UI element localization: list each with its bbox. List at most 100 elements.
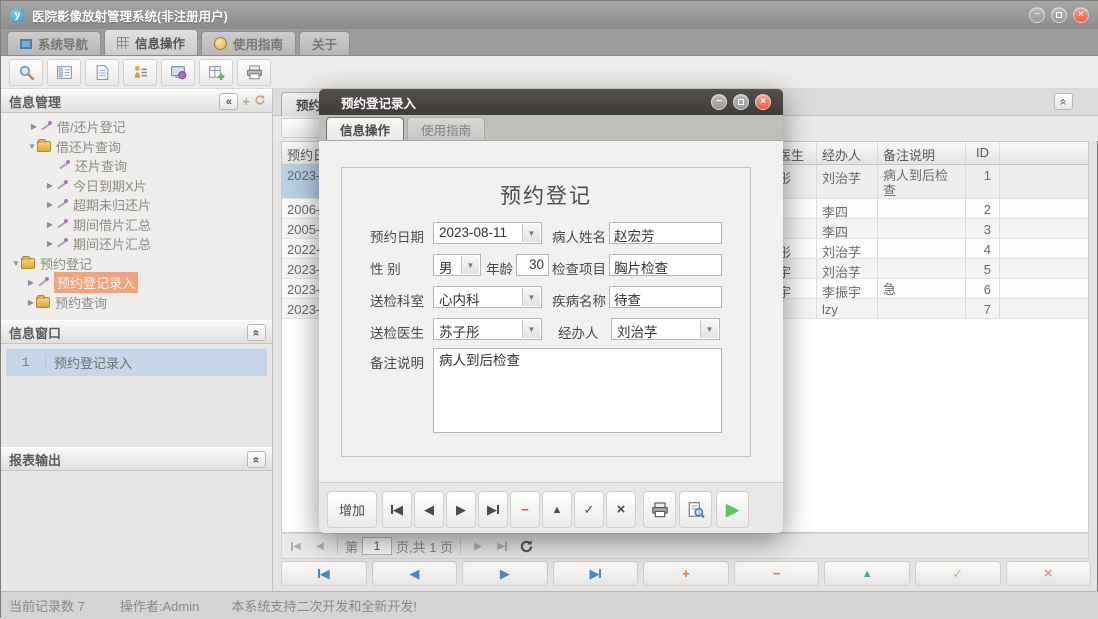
collapse-up-button[interactable]: « — [247, 324, 266, 341]
tab-user-guide[interactable]: 使用指南 — [201, 31, 296, 55]
cancel-record-button[interactable]: × — [606, 491, 636, 528]
gender-combo[interactable]: 男 ▼ — [433, 254, 481, 276]
cell-note: 急 — [878, 279, 966, 298]
refresh-page-button[interactable] — [516, 536, 536, 556]
edit-record-button[interactable]: ▲ — [542, 491, 572, 528]
expand-icon[interactable]: ▶ — [26, 278, 36, 287]
form-view-button[interactable] — [47, 59, 81, 86]
dropdown-arrow-icon[interactable]: ▼ — [461, 256, 479, 274]
dialog-close-button[interactable]: × — [755, 94, 771, 110]
tree-item-loan-summary[interactable]: ▶期间借片汇总 — [1, 215, 272, 235]
panel-collapse-button[interactable]: « — [1054, 93, 1073, 110]
operator-value: 刘治芓 — [617, 321, 658, 341]
search-button[interactable] — [9, 59, 43, 86]
department-combo[interactable]: 心内科 ▼ — [433, 286, 542, 308]
prev-page-button[interactable]: ◀ — [310, 536, 330, 556]
tree-item-loan-register[interactable]: ▶借/还片登记 — [1, 117, 272, 137]
tree-item-appointment-entry[interactable]: ▶预约登记录入 — [1, 273, 272, 293]
col-header-operator[interactable]: 经办人 — [817, 142, 878, 164]
prev-record-button[interactable]: ◀ — [372, 561, 458, 586]
first-record-button[interactable]: ◀ — [281, 561, 367, 586]
dialog-minimize-button[interactable]: − — [711, 94, 727, 110]
date-combo[interactable]: 2023-08-11 ▼ — [433, 222, 542, 244]
window-close-button[interactable]: × — [1073, 7, 1089, 23]
table-add-button[interactable] — [199, 59, 233, 86]
dialog-tab-info-operation[interactable]: 信息操作 — [326, 117, 404, 140]
col-header-id[interactable]: ID — [966, 142, 1000, 164]
age-input[interactable]: 30 — [516, 254, 549, 276]
wand-icon — [36, 276, 49, 289]
disease-input[interactable]: 待查 — [609, 286, 722, 308]
tree-item-loan-query[interactable]: ▼借还片查询 — [1, 137, 272, 157]
next-record-button[interactable]: ▶ — [446, 491, 476, 528]
prev-record-button[interactable]: ◀ — [414, 491, 444, 528]
insert-record-button[interactable]: + — [643, 561, 729, 586]
expand-icon[interactable]: ▶ — [45, 200, 55, 209]
doctor-combo[interactable]: 苏子彤 ▼ — [433, 318, 542, 340]
expand-icon[interactable]: ▶ — [29, 122, 39, 131]
tree-item-due-today[interactable]: ▶今日到期X片 — [1, 176, 272, 196]
execute-button[interactable]: ▶ — [716, 491, 749, 528]
tab-info-operation[interactable]: 信息操作 — [104, 29, 198, 55]
first-record-button[interactable]: ◀ — [382, 491, 412, 528]
refresh-icon[interactable] — [254, 94, 266, 109]
dialog-titlebar[interactable]: 预约登记录入 − × — [319, 89, 783, 115]
last-page-button[interactable]: ▶ — [492, 536, 512, 556]
tree-item-return-summary[interactable]: ▶期间还片汇总 — [1, 234, 272, 254]
window-minimize-button[interactable]: − — [1029, 7, 1045, 23]
wand-icon — [55, 237, 68, 250]
page-number-input[interactable]: 1 — [362, 537, 392, 555]
delete-record-button[interactable]: − — [510, 491, 540, 528]
dropdown-arrow-icon[interactable]: ▼ — [522, 288, 540, 306]
patient-name-input[interactable]: 赵宏芳 — [609, 222, 722, 244]
collapse-left-button[interactable]: « — [219, 93, 238, 110]
last-record-button[interactable]: ▶ — [553, 561, 639, 586]
dialog-tab-user-guide[interactable]: 使用指南 — [407, 117, 485, 140]
collapse-icon[interactable]: ▼ — [27, 142, 37, 151]
expand-icon[interactable]: ▶ — [45, 220, 55, 229]
expand-icon[interactable]: ▶ — [45, 239, 55, 248]
delete-record-button[interactable]: − — [734, 561, 820, 586]
tree-item-appointment-query[interactable]: ▶预约查询 — [1, 293, 272, 313]
tree-item-appointment[interactable]: ▼预约登记 — [1, 254, 272, 274]
print-button[interactable] — [237, 59, 271, 86]
tree-item-return-query[interactable]: 还片查询 — [1, 156, 272, 176]
dropdown-arrow-icon[interactable]: ▼ — [700, 320, 718, 338]
dropdown-arrow-icon[interactable]: ▼ — [522, 224, 540, 242]
dialog-maximize-button[interactable] — [733, 94, 749, 110]
add-icon[interactable]: + — [242, 94, 250, 109]
note-textarea[interactable]: 病人到后检查 — [433, 348, 722, 433]
tab-label: 使用指南 — [421, 120, 471, 139]
first-page-button[interactable]: ◀ — [286, 536, 306, 556]
next-page-button[interactable]: ▶ — [468, 536, 488, 556]
cell-note — [878, 299, 966, 318]
print-button[interactable] — [643, 491, 676, 528]
edit-record-button[interactable]: ▲ — [824, 561, 910, 586]
next-record-button[interactable]: ▶ — [462, 561, 548, 586]
col-header-note[interactable]: 备注说明 — [878, 142, 966, 164]
post-record-button[interactable]: ✓ — [915, 561, 1001, 586]
dropdown-arrow-icon[interactable]: ▼ — [522, 320, 540, 338]
user-report-button[interactable] — [123, 59, 157, 86]
tab-system-nav[interactable]: 系统导航 — [7, 31, 101, 55]
expand-icon[interactable]: ▶ — [26, 298, 36, 307]
window-maximize-button[interactable] — [1051, 7, 1067, 23]
item-label: 预约登记录入 — [46, 353, 132, 372]
cancel-record-button[interactable]: × — [1006, 561, 1092, 586]
post-record-button[interactable]: ✓ — [574, 491, 604, 528]
tab-about[interactable]: 关于 — [299, 31, 350, 55]
expand-icon[interactable]: ▶ — [45, 181, 55, 190]
cell-note — [878, 239, 966, 258]
print-preview-button[interactable] — [679, 491, 712, 528]
info-window-item[interactable]: 1 预约登记录入 — [6, 348, 267, 376]
tree-item-overdue[interactable]: ▶超期未归还片 — [1, 195, 272, 215]
add-button[interactable]: 增加 — [327, 491, 377, 528]
exam-input[interactable]: 胸片检查 — [609, 254, 722, 276]
operator-combo[interactable]: 刘治芓 ▼ — [611, 318, 720, 340]
collapse-up-button[interactable]: « — [247, 451, 266, 468]
last-record-button[interactable]: ▶ — [478, 491, 508, 528]
appointment-entry-dialog: 预约登记录入 − × 信息操作 使用指南 预约登记 预约日期 2023-08-1… — [319, 89, 783, 533]
monitor-button[interactable] — [161, 59, 195, 86]
document-button[interactable] — [85, 59, 119, 86]
collapse-icon[interactable]: ▼ — [11, 259, 21, 268]
